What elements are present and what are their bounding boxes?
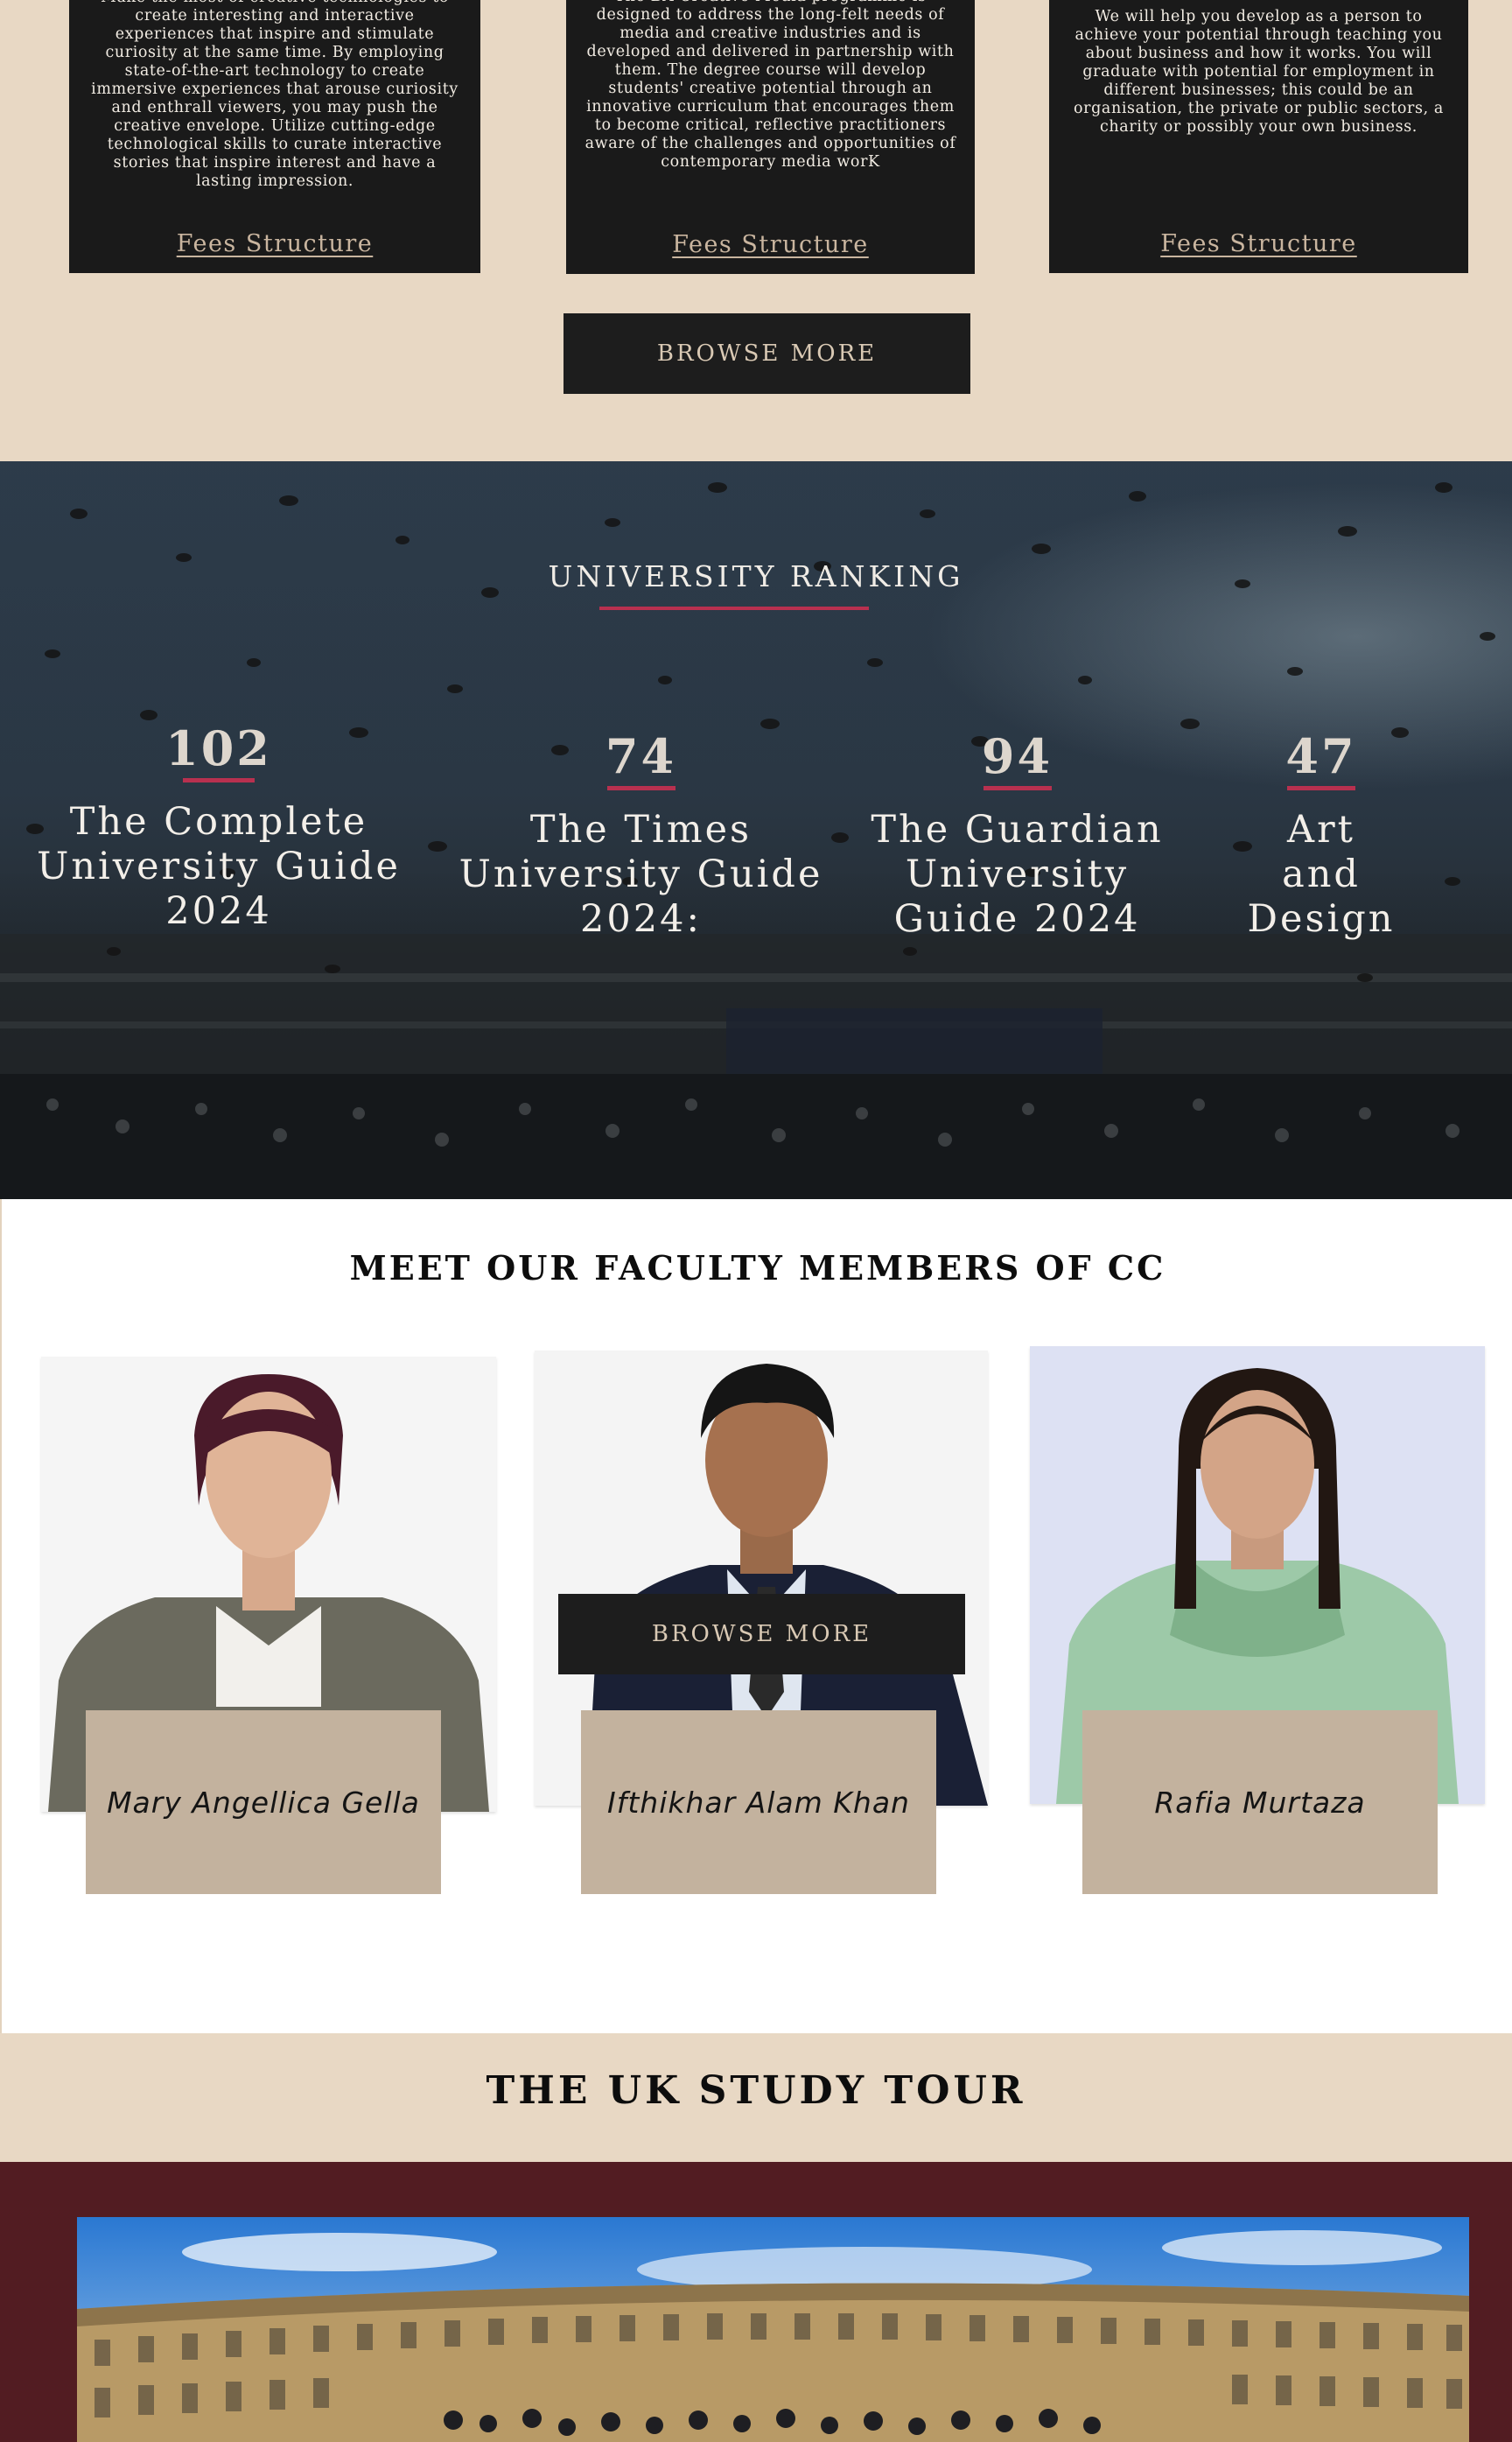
uk-study-tour-title: THE UK STUDY TOUR — [486, 2068, 1026, 2113]
university-ranking-section: UNIVERSITY RANKING 102 The Complete Univ… — [0, 461, 1512, 1199]
faculty-name-card: Mary Angellica Gella — [86, 1710, 441, 1894]
course-description: The BA Creative Media programme is desig… — [584, 0, 956, 171]
ranking-title: UNIVERSITY RANKING — [548, 559, 964, 593]
ranking-item: 47 Art and Design — [1242, 728, 1400, 942]
royal-crescent-image — [77, 2217, 1469, 2442]
faculty-name-card: Ifthikhar Alam Khan — [581, 1710, 936, 1894]
browse-more-faculty-button[interactable]: BROWSE MORE — [558, 1594, 965, 1674]
fees-structure-link[interactable]: Fees Structure — [69, 230, 480, 257]
ranking-number-underline — [983, 786, 1052, 790]
fees-structure-link[interactable]: Fees Structure — [1049, 230, 1468, 257]
browse-more-courses-button[interactable]: BROWSE MORE — [564, 313, 970, 394]
uk-study-tour-header: THE UK STUDY TOUR — [0, 2033, 1512, 2162]
faculty-title: MEET OUR FACULTY MEMBERS OF CC — [349, 1248, 1166, 1288]
ranking-number: 47 — [1285, 728, 1357, 784]
course-card: Make the most of creative technologies t… — [69, 0, 480, 273]
ranking-number-underline — [183, 778, 255, 782]
courses-section: Make the most of creative technologies t… — [0, 0, 1512, 461]
faculty-name-card: Rafia Murtaza — [1082, 1710, 1438, 1894]
ranking-label: The Guardian University Guide 2024 — [871, 808, 1164, 941]
ranking-label: The Times University Guide 2024: — [458, 808, 823, 941]
ranking-number: 102 — [165, 720, 272, 776]
course-card: We will help you develop as a person to … — [1049, 0, 1468, 273]
ranking-label: The Complete University Guide 2024 — [37, 800, 401, 933]
ranking-number: 74 — [605, 728, 677, 784]
study-tour-photo — [77, 2217, 1469, 2442]
ranking-number-underline — [606, 786, 676, 790]
course-card: The BA Creative Media programme is desig… — [566, 0, 975, 274]
ranking-item: 102 The Complete University Guide 2024 — [35, 720, 402, 934]
ranking-label: Art and Design — [1247, 808, 1396, 941]
ranking-number-underline — [1287, 786, 1355, 790]
course-description: Make the most of creative technologies t… — [91, 0, 458, 190]
fees-structure-link[interactable]: Fees Structure — [566, 231, 975, 258]
ranking-number: 94 — [981, 728, 1054, 784]
ranking-item: 74 The Times University Guide 2024: — [455, 728, 827, 942]
ranking-title-underline — [599, 607, 869, 610]
ranking-item: 94 The Guardian University Guide 2024 — [862, 728, 1172, 942]
course-description: We will help you develop as a person to … — [1074, 8, 1444, 136]
uk-study-tour-section — [0, 2162, 1512, 2442]
